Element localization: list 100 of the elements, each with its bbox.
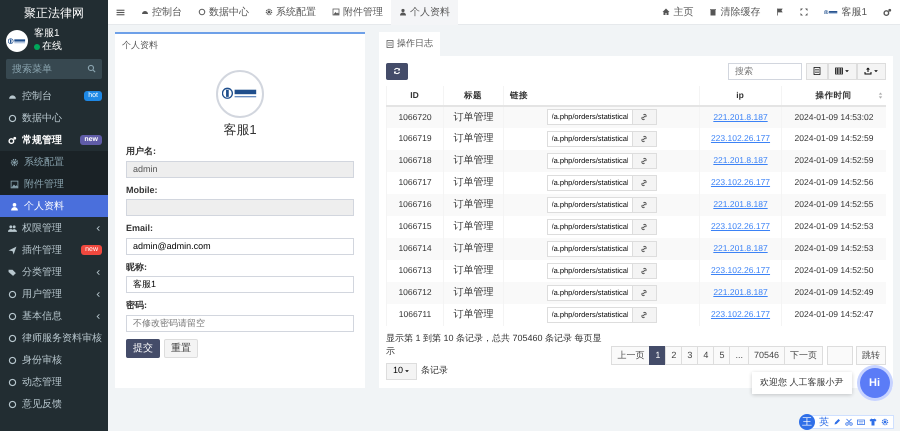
circle-icon [198, 8, 206, 16]
sidebar-item[interactable]: 意见反馈 [0, 393, 108, 415]
table-cell: 订单管理 [454, 221, 494, 232]
user-menu[interactable]: 客服1 [816, 0, 875, 24]
table-cell: 2024-01-09 14:52:47 [794, 309, 874, 320]
nav-tab[interactable]: 系统配置 [257, 0, 324, 24]
chat-button[interactable]: Hi [860, 368, 890, 398]
link-icon [640, 200, 648, 208]
open-link-button[interactable] [632, 152, 656, 168]
table-cell: 2024-01-09 14:53:02 [794, 112, 874, 122]
open-link-button[interactable] [632, 130, 656, 146]
list-icon [386, 40, 394, 48]
sidebar-item[interactable]: 动态管理 [0, 371, 108, 393]
sidebar-item[interactable]: 数据中心 [0, 107, 108, 129]
open-link-button[interactable] [632, 306, 656, 322]
page-size-select[interactable]: 10 [386, 362, 418, 380]
page-button[interactable]: 4 [697, 346, 714, 366]
chat-greeting: 欢迎您 人工客服小尹 [752, 372, 852, 394]
sidebar-item[interactable]: 用户管理 [0, 283, 108, 305]
search-field[interactable]: 搜索菜单 [6, 59, 102, 79]
open-link-button[interactable] [632, 284, 656, 300]
nav-tab[interactable]: 附件管理 [324, 0, 391, 24]
field-label: Email: [126, 222, 154, 235]
table-cell: 订单管理 [454, 112, 494, 122]
open-link-button[interactable] [632, 262, 656, 278]
submit-button[interactable]: 提交 [126, 338, 160, 358]
brand-title: 聚正法律网 [24, 4, 84, 22]
nav-tab[interactable]: 个人资料 [391, 0, 458, 24]
page-button[interactable]: 70546 [748, 346, 785, 366]
table-cell: 1066715 [398, 221, 432, 232]
ime-mode[interactable]: 英 [819, 414, 829, 430]
table-cell: 1066720 [398, 112, 432, 122]
field-label: 昵称: [126, 260, 148, 274]
page-button[interactable]: 上一页 [611, 346, 650, 366]
table-cell: 订单管理 [454, 199, 494, 210]
export-button[interactable] [857, 62, 886, 80]
open-link-button[interactable] [632, 109, 656, 125]
nav-tab[interactable]: 数据中心 [190, 0, 257, 24]
table-cell: 订单管理 [454, 133, 494, 144]
trash-icon [709, 8, 718, 16]
input-field[interactable]: 不修改密码请留空 [126, 314, 354, 332]
sidebar-item[interactable]: 分类管理 [0, 261, 108, 283]
page-input[interactable] [827, 346, 853, 365]
page-button[interactable]: 下一页 [784, 346, 823, 366]
column-header: 链接 [510, 88, 528, 102]
link-icon [640, 244, 648, 252]
search-field[interactable]: 搜索 [728, 62, 802, 80]
ip-link[interactable]: 223.102.26.177 [710, 265, 770, 276]
page-button[interactable]: ... [729, 346, 749, 366]
input-field[interactable]: admin@admin.com [126, 238, 354, 254]
user-name: 客服1 [34, 28, 61, 39]
input-field[interactable]: 客服1 [126, 276, 354, 293]
open-link-button[interactable] [632, 196, 656, 212]
page-button[interactable]: 3 [681, 346, 698, 366]
ip-link[interactable]: 223.102.26.177 [710, 177, 770, 188]
nav-link[interactable]: 清除缓存 [701, 0, 768, 24]
table-cell: 订单管理 [454, 155, 494, 166]
page-button[interactable]: 1 [649, 346, 666, 366]
sidebar-item[interactable]: 基本信息 [0, 305, 108, 327]
sidebar-item[interactable]: 附件管理 [0, 173, 108, 195]
column-header: ID [410, 88, 419, 102]
table-cell: 2024-01-09 14:52:59 [794, 155, 874, 166]
nav-tab[interactable]: 控制台 [133, 0, 190, 24]
column-header: ip [736, 88, 744, 102]
column-header: 操作时间 [816, 88, 852, 102]
table-cell: 1066712 [398, 287, 432, 298]
columns-button[interactable] [828, 62, 857, 80]
sidebar-item[interactable]: 身份审核 [0, 349, 108, 371]
open-link-button[interactable] [632, 174, 656, 190]
logo-icon [222, 87, 258, 100]
link-icon [640, 134, 648, 142]
sidebar-item[interactable]: 权限管理 [0, 217, 108, 239]
sidebar-item[interactable]: 律师服务资料审核 [0, 327, 108, 349]
open-link-button[interactable] [632, 218, 656, 234]
page-button[interactable]: 2 [665, 346, 682, 366]
log-tab[interactable]: 操作日志 [379, 32, 440, 56]
refresh-button[interactable] [386, 62, 408, 80]
settings-icon [881, 418, 889, 426]
column-header: 标题 [464, 88, 482, 102]
table-cell: 1066718 [398, 155, 432, 166]
ip-link[interactable]: 223.102.26.177 [710, 221, 770, 232]
user-icon [399, 8, 407, 16]
image-icon [332, 8, 340, 16]
jump-button[interactable]: 跳转 [856, 346, 886, 366]
caret-icon [873, 68, 879, 74]
circle-icon [8, 400, 17, 408]
page-button[interactable]: 5 [713, 346, 730, 366]
logo-icon [8, 38, 26, 44]
open-link-button[interactable] [632, 240, 656, 256]
table-cell: 订单管理 [454, 243, 494, 254]
nav-link[interactable]: 主页 [654, 0, 702, 24]
caret-icon [404, 368, 410, 374]
ip-link[interactable]: 223.102.26.177 [710, 133, 770, 144]
sidebar-item[interactable]: 个人资料 [0, 195, 108, 217]
toggle-view-button[interactable] [806, 62, 828, 80]
reset-button[interactable]: 重置 [164, 338, 198, 358]
user-icon [10, 202, 19, 210]
sidebar-item[interactable]: 系统配置 [0, 151, 108, 173]
logo-icon [824, 10, 838, 14]
ip-link[interactable]: 223.102.26.177 [710, 309, 770, 320]
